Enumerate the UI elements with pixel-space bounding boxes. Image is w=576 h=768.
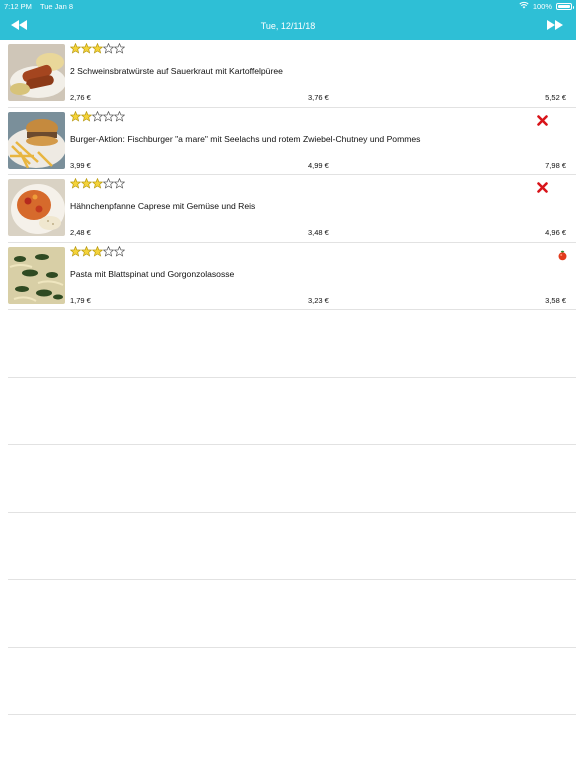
star-filled-icon [81, 245, 92, 257]
price-employee: 4,99 € [308, 160, 329, 170]
star-filled-icon [70, 245, 81, 257]
rewind-icon [11, 20, 27, 30]
empty-row [8, 580, 576, 648]
navigation-bar: Tue, 12/11/18 [0, 12, 576, 40]
price-guest: 4,96 € [545, 228, 566, 237]
price-employee: 3,23 € [308, 295, 329, 305]
empty-row [8, 310, 576, 378]
empty-row [8, 648, 576, 715]
fast-forward-icon [547, 20, 563, 30]
star-filled-icon [92, 43, 103, 54]
empty-row [8, 445, 576, 513]
status-time: 7:12 PM [4, 1, 32, 11]
star-empty-icon [103, 43, 114, 54]
price-guest: 7,98 € [545, 160, 566, 170]
star-filled-icon [92, 178, 103, 189]
rating-stars [70, 110, 125, 122]
rating-stars [70, 245, 125, 257]
price-student: 2,76 € [70, 93, 91, 102]
star-empty-icon [103, 110, 114, 122]
price-student: 2,48 € [70, 228, 91, 237]
vegetarian-tomato-icon [558, 250, 567, 260]
price-guest: 3,58 € [545, 295, 566, 305]
star-filled-icon [70, 43, 81, 54]
star-empty-icon [114, 178, 125, 189]
menu-item-row[interactable]: 2 Schweinsbratwürste auf Sauerkraut mit … [8, 40, 576, 108]
status-bar: 7:12 PM Tue Jan 8 100% [0, 0, 576, 12]
rating-stars [70, 43, 125, 54]
star-filled-icon [70, 110, 81, 122]
star-empty-icon [114, 245, 125, 257]
empty-row [8, 378, 576, 445]
price-guest: 5,52 € [545, 93, 566, 102]
dish-photo [8, 44, 65, 101]
battery-percent: 100% [532, 1, 552, 11]
menu-item-row[interactable]: Burger-Aktion: Fischburger "a mare" mit … [8, 108, 576, 175]
menu-item-row[interactable]: Hähnchenpfanne Caprese mit Gemüse und Re… [8, 175, 576, 243]
dish-name: Burger-Aktion: Fischburger "a mare" mit … [70, 133, 421, 144]
status-date: Tue Jan 8 [39, 1, 74, 11]
star-filled-icon [81, 43, 92, 54]
star-filled-icon [81, 110, 92, 122]
price-student: 3,99 € [70, 160, 91, 170]
previous-day-button[interactable] [8, 17, 30, 33]
star-filled-icon [92, 245, 103, 257]
star-filled-icon [81, 178, 92, 189]
no-pork-icon [537, 182, 548, 193]
price-employee: 3,48 € [308, 228, 329, 237]
star-empty-icon [114, 110, 125, 122]
star-empty-icon [114, 43, 125, 54]
menu-list: 2 Schweinsbratwürste auf Sauerkraut mit … [0, 40, 576, 715]
price-student: 1,79 € [70, 295, 91, 305]
menu-item-row[interactable]: Pasta mit Blattspinat und Gorgonzolasoss… [8, 243, 576, 310]
header-bar: 7:12 PM Tue Jan 8 100% Tue, 12/11/18 [0, 0, 576, 40]
dish-photo [8, 246, 65, 304]
rating-stars [70, 178, 125, 189]
star-empty-icon [103, 245, 114, 257]
dish-name: 2 Schweinsbratwürste auf Sauerkraut mit … [70, 66, 283, 76]
star-filled-icon [70, 178, 81, 189]
wifi-icon [519, 1, 529, 11]
dish-name: Hähnchenpfanne Caprese mit Gemüse und Re… [70, 201, 256, 211]
dish-name: Pasta mit Blattspinat und Gorgonzolasoss… [70, 268, 235, 279]
next-day-button[interactable] [544, 17, 566, 33]
battery-icon [556, 2, 574, 10]
empty-row [8, 513, 576, 580]
no-pork-icon [537, 114, 548, 126]
date-title: Tue, 12/11/18 [260, 21, 316, 31]
star-empty-icon [92, 110, 103, 122]
dish-photo [8, 111, 65, 169]
price-employee: 3,76 € [308, 93, 329, 102]
star-empty-icon [103, 178, 114, 189]
dish-photo [8, 179, 65, 236]
